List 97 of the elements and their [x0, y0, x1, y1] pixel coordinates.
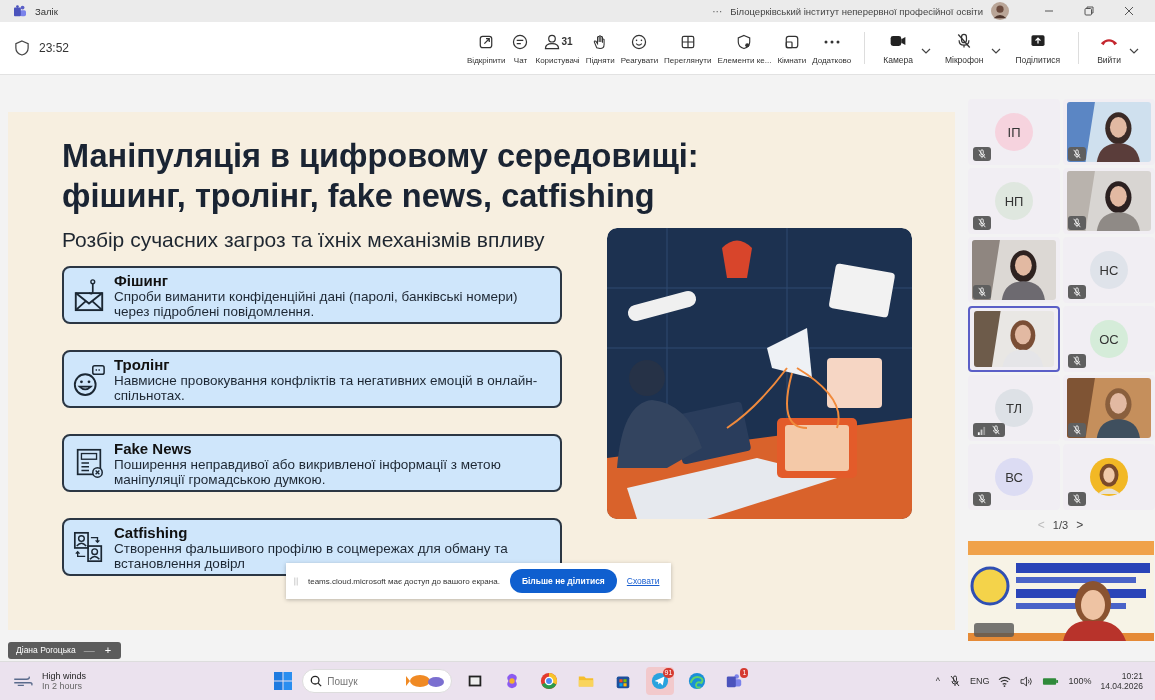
participant-tile[interactable]: НС	[1063, 237, 1155, 303]
avatar: НП	[995, 182, 1033, 220]
notice-text: teams.cloud.microsoft має доступ до вашого екрана.	[308, 576, 500, 586]
participant-tile[interactable]: НП	[968, 168, 1060, 234]
mic-off-icon	[991, 425, 1001, 435]
more-button[interactable]: ···	[712, 5, 723, 17]
weather-subtitle: In 2 hours	[42, 681, 84, 691]
search-icon	[310, 675, 323, 687]
toolbar-button[interactable]: Чат	[508, 31, 533, 65]
mic-off-icon	[1072, 287, 1082, 297]
mic-off-icon	[977, 287, 987, 297]
battery-icon[interactable]	[1042, 676, 1060, 686]
mic-off-icon[interactable]	[948, 675, 961, 687]
grinning-face-icon	[72, 362, 106, 396]
window-title: Залік	[35, 5, 58, 17]
tray-overflow-button[interactable]: ^	[935, 676, 940, 686]
slide-subtitle: Розбір сучасних загроз та їхніх механізмів впливу	[62, 228, 546, 252]
card-heading: Тролінг	[114, 355, 171, 373]
mic-off-icon	[1072, 218, 1082, 228]
chevron-down-icon[interactable]	[991, 48, 1002, 54]
clock-time[interactable]: 10:21	[1121, 671, 1143, 681]
mic-off-icon	[977, 494, 987, 504]
wifi-icon[interactable]	[998, 675, 1012, 687]
toolbar-button[interactable]: Відкріпити	[464, 31, 509, 65]
chevron-down-icon[interactable]	[1129, 48, 1139, 54]
smiley-icon	[630, 32, 649, 51]
user-avatar[interactable]	[991, 2, 1009, 20]
mic-off-icon	[1072, 356, 1082, 366]
mic-off-icon	[1072, 425, 1082, 435]
leave-button[interactable]: Вийти	[1089, 31, 1129, 65]
battery-level: 100%	[1068, 676, 1092, 686]
card-text: Створення фальшивого профілю в соцмережах для обману та встановлення довірл	[114, 540, 509, 571]
people-icon	[542, 32, 561, 51]
participant-tile[interactable]	[968, 306, 1060, 372]
toolbar-button[interactable]: Підняти	[582, 31, 618, 65]
toolbar-button[interactable]: Камера	[875, 31, 921, 65]
page-indicator: 1/3	[1052, 519, 1069, 531]
hide-link[interactable]: Сховати	[626, 576, 660, 586]
card-heading: Фішинг	[114, 271, 169, 289]
next-page-button[interactable]: >	[1076, 518, 1084, 532]
avatar: ІП	[995, 113, 1033, 151]
chat-icon	[511, 32, 530, 51]
close-icon[interactable]	[1123, 5, 1135, 17]
more-icon	[823, 39, 840, 44]
presenter-name: Діана Рогоцька	[16, 645, 76, 655]
avatar: ОС	[1090, 320, 1128, 358]
stop-sharing-button[interactable]: Більше не ділитися	[509, 569, 617, 593]
weather-title: High winds	[42, 671, 87, 681]
slide-title: Маніпуляція в цифровому середовищі:	[62, 137, 699, 176]
toolbar-button[interactable]: Елементи ке...	[714, 31, 775, 65]
toolbar-button[interactable]: Реагувати	[617, 31, 662, 65]
wave-icon	[688, 672, 707, 690]
participant-tile[interactable]: ВС	[968, 444, 1060, 510]
chevron-down-icon[interactable]	[920, 48, 931, 54]
organization-name: Білоцерківський інститут неперервної професійної освіти	[730, 5, 983, 17]
toolbar-button[interactable]: 31 Користувачі	[532, 31, 583, 65]
paper-plane-icon	[651, 672, 670, 690]
ring-icon	[540, 672, 559, 690]
signal-bars-icon	[977, 425, 986, 435]
start-icon[interactable]	[273, 671, 294, 691]
mic-off-icon	[1072, 149, 1082, 159]
drag-handle-icon[interactable]	[294, 576, 298, 586]
app-logo-icon	[13, 5, 27, 17]
participant-tile[interactable]: ОС	[1063, 306, 1155, 372]
language-indicator[interactable]: ENG	[969, 676, 990, 686]
participant-tile[interactable]: ТЛ	[968, 375, 1060, 441]
card-heading: Fake News	[114, 439, 193, 457]
mic-off-icon	[977, 218, 987, 228]
envelope-hook-icon	[72, 278, 106, 312]
card-heading: Catfishing	[114, 523, 189, 541]
zoom-in-button[interactable]: +	[102, 644, 114, 656]
avatar: ТЛ	[995, 389, 1033, 427]
shield-icon	[15, 40, 29, 56]
mic-off-icon	[1072, 494, 1082, 504]
card-text: Навмисне провокування конфліктів та негативних емоцій в онлайн-спільнотах.	[114, 372, 539, 403]
search-field[interactable]: Пошук	[302, 669, 453, 693]
clock-date[interactable]: 14.04.2026	[1100, 681, 1143, 691]
restore-icon[interactable]	[1083, 5, 1095, 17]
toolbar-button[interactable]: Кімнати	[774, 31, 810, 65]
mic-off-icon	[977, 149, 987, 159]
toolbar-button[interactable]: Переглянути	[661, 31, 715, 65]
people-icon	[725, 672, 744, 690]
fish-icon	[406, 673, 447, 689]
wind-icon	[12, 674, 34, 688]
toolbar-button[interactable]: Мікрофон	[936, 31, 992, 65]
card-text: Поширення неправдивої або викривленої інформації з метою маніпуляції громадською думкою.	[114, 456, 502, 487]
card-text: Спроби виманити конфіденційні дані (паролі, банківські номери) через підроблені повідомлення.	[114, 288, 519, 319]
speaker-icon[interactable]	[1020, 675, 1034, 687]
slide-title: фішинг, тролінг, fake news, catfishing	[62, 177, 655, 216]
avatar: НС	[1090, 251, 1128, 289]
meeting-timer: 23:52	[39, 41, 70, 55]
participant-tile[interactable]: ІП	[968, 99, 1060, 165]
toolbar-button[interactable]: Поділитися	[1007, 31, 1069, 65]
toolbar-button[interactable]: Додатково	[809, 31, 855, 65]
avatar: ВС	[995, 458, 1033, 496]
participant-tile[interactable]	[1063, 444, 1155, 510]
participant-count: 31	[561, 36, 573, 47]
